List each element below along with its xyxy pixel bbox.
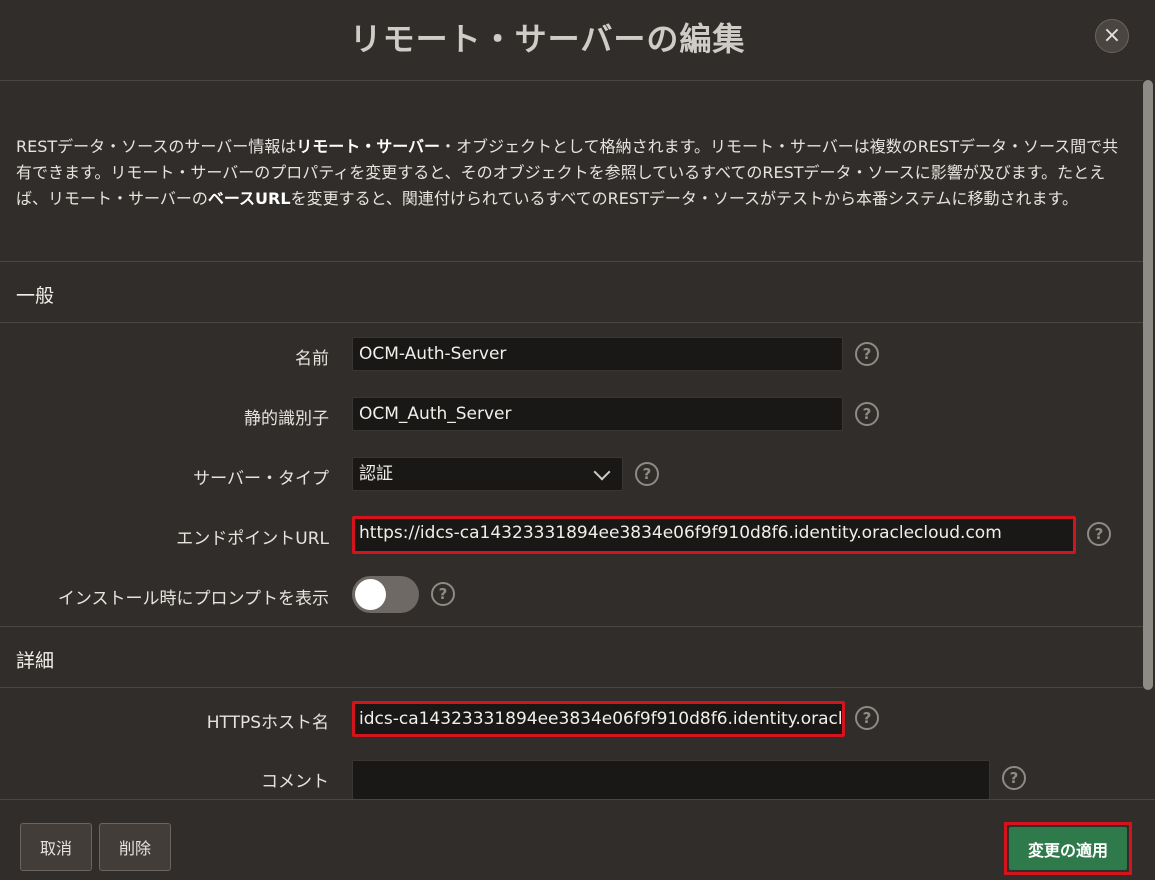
- divider: [0, 80, 1143, 81]
- desc-bold-base-url: ベースURL: [207, 189, 291, 208]
- toggle-knob: [355, 579, 386, 610]
- desc-part: RESTデータ・ソースのサーバー情報は: [16, 137, 297, 156]
- help-icon[interactable]: ?: [855, 342, 879, 366]
- https-host-input[interactable]: idcs-ca14323331894ee3834e06f9f910d8f6.id…: [352, 701, 845, 737]
- name-label: 名前: [295, 349, 329, 369]
- server-type-select[interactable]: 認証: [352, 457, 623, 491]
- desc-part: を変更すると、関連付けられているすべてのRESTデータ・ソースがテストから本番シ…: [290, 189, 1078, 208]
- divider: [0, 687, 1143, 688]
- description-text: RESTデータ・ソースのサーバー情報はリモート・サーバー・オブジェクトとして格納…: [16, 134, 1131, 212]
- apply-changes-button[interactable]: 変更の適用: [1009, 827, 1127, 870]
- help-icon[interactable]: ?: [855, 706, 879, 730]
- static-id-label: 静的識別子: [244, 409, 329, 429]
- help-icon[interactable]: ?: [1002, 766, 1026, 790]
- static-id-input[interactable]: OCM_Auth_Server: [352, 397, 843, 431]
- help-icon[interactable]: ?: [431, 582, 455, 606]
- comment-textarea[interactable]: [352, 760, 990, 800]
- desc-bold-remote-server: リモート・サーバー: [296, 137, 441, 156]
- close-icon: ×: [1102, 23, 1122, 48]
- name-input[interactable]: OCM-Auth-Server: [352, 337, 843, 371]
- delete-button[interactable]: 削除: [99, 823, 171, 871]
- cancel-button[interactable]: 取消: [20, 823, 92, 871]
- section-title-details: 詳細: [16, 650, 55, 672]
- close-button[interactable]: ×: [1095, 19, 1129, 53]
- endpoint-url-label: エンドポイントURL: [176, 529, 329, 549]
- dialog-title: リモート・サーバーの編集: [349, 20, 746, 58]
- footer-divider: [0, 799, 1155, 800]
- server-type-value: 認証: [359, 464, 393, 484]
- help-icon[interactable]: ?: [855, 402, 879, 426]
- server-type-label: サーバー・タイプ: [193, 469, 329, 489]
- divider: [0, 261, 1143, 262]
- prompt-on-install-label: インストール時にプロンプトを表示: [57, 589, 329, 609]
- prompt-on-install-toggle[interactable]: [352, 576, 419, 613]
- section-title-general: 一般: [16, 285, 55, 307]
- help-icon[interactable]: ?: [635, 462, 659, 486]
- help-icon[interactable]: ?: [1087, 522, 1111, 546]
- comment-label: コメント: [261, 772, 329, 792]
- divider: [0, 322, 1143, 323]
- divider: [0, 626, 1143, 627]
- dialog-header: リモート・サーバーの編集 ×: [0, 0, 1155, 80]
- endpoint-url-input[interactable]: https://idcs-ca14323331894ee3834e06f9f91…: [352, 516, 1076, 554]
- scrollbar-thumb[interactable]: [1143, 80, 1153, 690]
- apply-button-highlight: 変更の適用: [1004, 822, 1132, 875]
- https-host-label: HTTPSホスト名: [206, 713, 329, 733]
- chevron-down-icon: [593, 463, 611, 481]
